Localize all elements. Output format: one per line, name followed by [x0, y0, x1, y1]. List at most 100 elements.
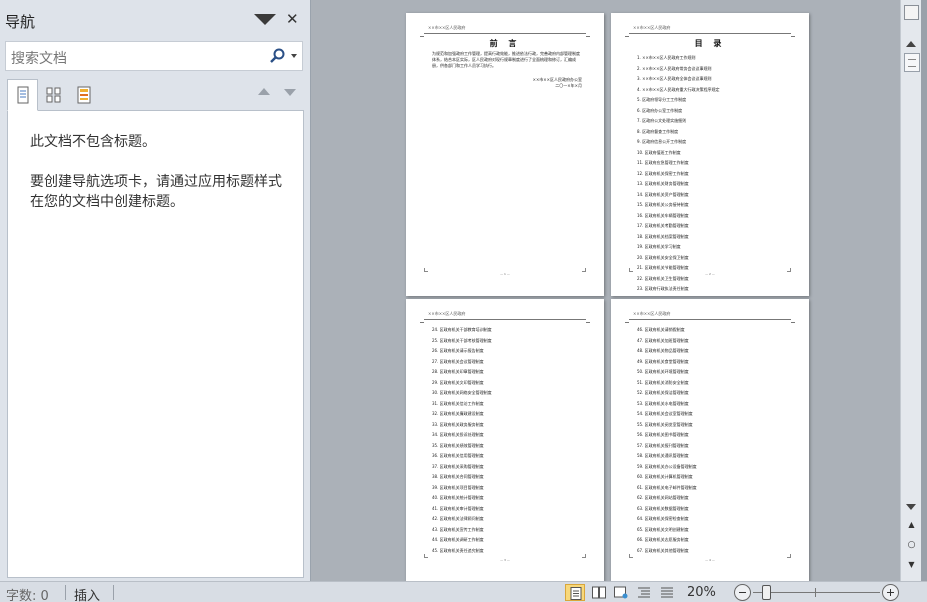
scrollbar-thumb[interactable]	[904, 53, 920, 72]
toc-entry: 41. 区政府机关审计管理制度	[432, 505, 484, 511]
select-browse-object-icon[interactable]: ○	[904, 540, 919, 555]
preface-date: 二〇一×年×月	[555, 83, 582, 88]
header-rule	[420, 33, 590, 37]
navigation-content-panel: 此文档不包含标题。 要创建导航选项卡，请通过应用标题样式在您的文档中创建标题。	[7, 110, 304, 578]
next-page-icon[interactable]: ▼	[904, 560, 919, 575]
toc-entry: 6. 区政府办公室工作制度	[637, 107, 683, 113]
tab-browse-pages[interactable]	[38, 79, 69, 110]
draft-view-button[interactable]	[657, 584, 677, 601]
toc-entry: 50. 区政府机关环境管理制度	[637, 369, 689, 374]
search-results-icon	[77, 86, 91, 104]
toc-entry: 55. 区政府机关阅览室管理制度	[637, 421, 693, 427]
toc-entry: 7. 区政府公文处理实施细则	[637, 118, 687, 123]
toc-entry: 44. 区政府机关调研工作制度	[432, 537, 484, 542]
scroll-up-arrow-icon[interactable]	[904, 37, 919, 52]
previous-page-icon[interactable]: ▲	[904, 520, 919, 535]
document-page-4[interactable]: ××市××区人民政府 46. 区政府机关请销假制度 47. 区政府机关加班管理制度…	[611, 299, 809, 581]
vertical-scrollbar[interactable]: ▲ ○ ▼	[900, 0, 921, 581]
toc-entry: 49. 区政府机关食堂管理制度	[637, 358, 689, 364]
toc-entry: 43. 区政府机关宣传工作制度	[432, 526, 484, 532]
full-screen-reading-view-button[interactable]	[589, 584, 609, 601]
toc-entry: 3. ××市××区人民政府全体会议议事规则	[637, 76, 712, 81]
page-thumbnails-icon	[46, 87, 61, 103]
toc-entry: 53. 区政府机关水电管理制度	[637, 400, 689, 406]
toc-entry: 61. 区政府机关电子邮件管理制度	[637, 484, 697, 490]
tab-browse-results[interactable]	[68, 79, 99, 110]
zoom-slider-track[interactable]	[753, 592, 880, 593]
toc-list: 1. ××市××区人民政府工作规则 2. ××市××区人民政府常务会议议事规则 3.…	[637, 53, 797, 295]
insert-mode-indicator[interactable]: 插入	[74, 585, 100, 602]
web-layout-view-button[interactable]	[611, 584, 631, 601]
toc-entry: 45. 区政府机关责任追究制度	[432, 547, 484, 553]
print-layout-icon	[570, 587, 582, 600]
toc-entry: 20. 区政府机关安全保卫制度	[637, 254, 689, 260]
view-ruler-button[interactable]	[904, 5, 919, 20]
toc-entry: 63. 区政府机关数据管理制度	[637, 505, 689, 511]
tab-browse-headings[interactable]	[7, 79, 38, 111]
toc-entry: 14. 区政府机关资产管理制度	[637, 191, 689, 197]
create-headings-instructions: 要创建导航选项卡，请通过应用标题样式在您的文档中创建标题。	[30, 174, 282, 210]
header-rule	[420, 319, 590, 323]
toc-entry: 19. 区政府机关学习制度	[637, 244, 681, 249]
outline-view-button[interactable]	[634, 584, 654, 601]
search-placeholder: 搜索文档	[11, 51, 67, 67]
scroll-down-arrow-icon[interactable]	[904, 500, 919, 515]
toc-entry: 36. 区政府机关信用管理制度	[432, 453, 484, 458]
toc-entry: 11. 区政府应急管理工作制度	[637, 160, 689, 165]
toc-entry: 35. 区政府机关绩效管理制度	[432, 442, 484, 448]
draft-icon	[661, 587, 673, 598]
toc-entry: 39. 区政府机关项目管理制度	[432, 484, 484, 490]
document-area[interactable]: ××市××区人民政府 前 言 为规范和加强政府工作管理，提高行政效能，推进依法行…	[312, 0, 900, 581]
navigation-pane: 导航 ✕ 搜索文档 此文档不包含标题。 要创建导航选项卡，请通过应用标题样式在您…	[0, 0, 311, 581]
toc-entry: 23. 区政府行政执法责任制度	[637, 286, 689, 291]
page-title: 前 言	[489, 39, 521, 48]
toc-entry: 8. 区政府督查工作制度	[637, 128, 679, 134]
toc-entry: 18. 区政府机关档案管理制度	[637, 233, 689, 239]
header-rule	[625, 33, 795, 37]
preface-paragraph: 为规范和加强政府工作管理，提高行政效能，推进依法行政，完善政府内部管理制度体系，…	[432, 51, 580, 68]
toc-entry: 25. 区政府机关干部考核管理制度	[432, 337, 492, 343]
toc-entry: 12. 区政府机关保密工作制度	[637, 170, 689, 176]
toc-entry: 16. 区政府机关车辆管理制度	[637, 212, 689, 218]
toc-entry: 34. 区政府机关投诉处理制度	[432, 432, 484, 437]
zoom-level[interactable]: 20%	[687, 585, 716, 600]
toc-entry: 52. 区政府机关保洁管理制度	[637, 390, 689, 395]
document-page-1[interactable]: ××市××区人民政府 前 言 为规范和加强政府工作管理，提高行政效能，推进依法行…	[406, 13, 604, 296]
toc-entry: 28. 区政府机关印章管理制度	[432, 369, 484, 374]
toc-entry: 66. 区政府机关志愿服务制度	[637, 537, 689, 542]
print-layout-view-button[interactable]	[565, 584, 585, 601]
pane-options-dropdown-icon[interactable]	[254, 14, 276, 25]
toc-entry: 56. 区政府机关图书管理制度	[637, 432, 689, 437]
toc-entry: 27. 区政府机关会议管理制度	[432, 358, 484, 364]
zoom-in-button[interactable]	[882, 584, 899, 601]
toc-list: 24. 区政府机关干部教育培训制度 25. 区政府机关干部考核管理制度 26. 区政…	[432, 325, 592, 556]
toc-entry: 30. 区政府机关网络安全管理制度	[432, 390, 492, 395]
toc-entry: 38. 区政府机关合同管理制度	[432, 474, 484, 479]
toc-entry: 2. ××市××区人民政府常务会议议事规则	[637, 65, 712, 71]
document-page-3[interactable]: ××市××区人民政府 24. 区政府机关干部教育培训制度 25. 区政府机关干部考…	[406, 299, 604, 581]
search-options-chevron-icon[interactable]	[291, 54, 297, 58]
next-heading-arrow-icon[interactable]	[284, 89, 296, 96]
zoom-out-button[interactable]	[734, 584, 751, 601]
toc-entry: 64. 区政府机关保密检查制度	[637, 516, 689, 521]
page-footer: — 1 —	[500, 272, 510, 276]
close-pane-button[interactable]: ✕	[286, 10, 299, 28]
toc-entry: 65. 区政府机关文明创建制度	[637, 526, 689, 532]
toc-entry: 9. 区政府信息公开工作制度	[637, 139, 687, 144]
toc-entry: 10. 区政府值班工作制度	[637, 149, 681, 155]
page-footer: — 3 —	[500, 558, 510, 562]
navigation-pane-title: 导航	[5, 13, 36, 31]
zoom-slider-thumb[interactable]	[762, 585, 771, 600]
toc-entry: 4. ××市××区人民政府重大行政决策程序规定	[637, 86, 720, 92]
toc-entry: 13. 区政府机关财务管理制度	[637, 181, 689, 186]
outline-icon	[638, 587, 650, 598]
search-document-input[interactable]: 搜索文档	[5, 41, 303, 71]
search-icon[interactable]	[268, 47, 286, 65]
word-count[interactable]: 字数: 0	[6, 585, 49, 602]
toc-entry: 54. 区政府机关会议室管理制度	[637, 411, 693, 416]
zoom-slider-midpoint	[815, 588, 816, 597]
page-footer: — 4 —	[705, 558, 715, 562]
previous-heading-arrow-icon[interactable]	[258, 88, 270, 95]
header-rule	[625, 319, 795, 323]
document-page-2[interactable]: ××市××区人民政府 目 录 1. ××市××区人民政府工作规则 2. ××市××…	[611, 13, 809, 296]
